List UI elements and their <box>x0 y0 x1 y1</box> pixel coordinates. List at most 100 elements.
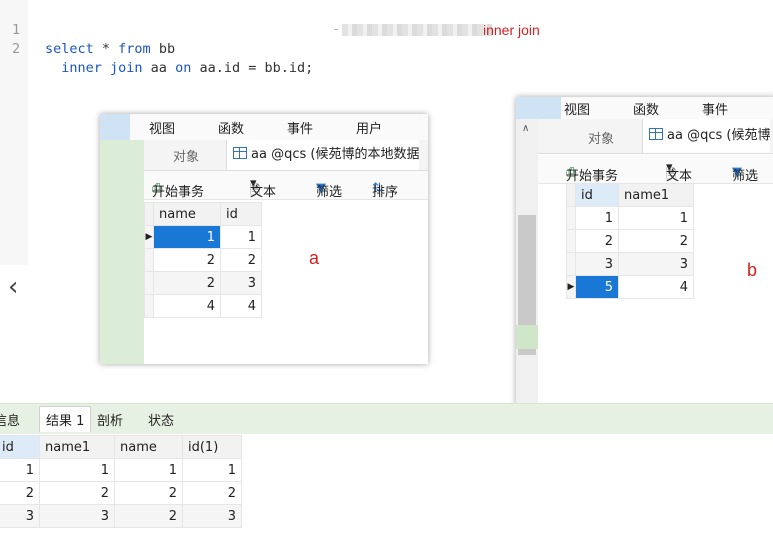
blurred-comment: - <box>334 22 493 36</box>
menu-bar: 视图 函数 事件 用户 <box>100 114 428 141</box>
tab-info[interactable]: 信息 <box>0 410 20 429</box>
grid-cell[interactable]: 3 <box>220 271 262 295</box>
table-icon <box>233 147 247 159</box>
grid-cell[interactable]: 1 <box>182 458 242 482</box>
menu-view[interactable]: 视图 <box>149 118 175 137</box>
code-line-1[interactable]: 1 select * from bb <box>0 2 175 57</box>
label-a: a <box>309 248 320 268</box>
label-b: b <box>747 260 758 280</box>
column-header[interactable]: id <box>220 202 262 226</box>
result-grid[interactable]: id name1 name id(1) 1 1 1 1 2 2 2 2 3 3 … <box>0 435 242 528</box>
chevron-up-icon[interactable]: ∧ <box>522 123 529 134</box>
grid-cell[interactable]: 2 <box>575 229 619 253</box>
grid-cell[interactable]: 2 <box>114 504 183 528</box>
column-header[interactable]: id <box>0 435 40 459</box>
tab-objects[interactable]: 对象 <box>173 146 199 165</box>
code-token: select <box>45 41 94 57</box>
toolbar: ⎙ 开始事务 🗎 文本 ▾ ▼ 筛选 <box>538 155 773 184</box>
code-token: bb <box>150 41 176 57</box>
table-row[interactable]: 2 2 <box>566 229 694 253</box>
grid-cell[interactable]: 2 <box>114 481 183 505</box>
grid-cell[interactable]: 3 <box>182 504 242 528</box>
column-header[interactable]: name1 <box>618 183 694 207</box>
code-token: inner join <box>45 60 143 76</box>
row-pointer-icon: ▶ <box>144 225 154 249</box>
grid-cell[interactable]: 3 <box>0 504 40 528</box>
column-header[interactable]: id(1) <box>182 435 242 459</box>
menu-user[interactable]: 用户 <box>356 118 382 137</box>
code-token: on <box>175 60 192 76</box>
grid-cell[interactable]: 2 <box>220 248 262 272</box>
data-grid-aa[interactable]: name id ▶ 1 1 2 2 2 3 4 4 <box>144 202 262 318</box>
data-grid-bb[interactable]: id name1 1 1 2 2 3 3 ▶ 5 4 <box>566 183 694 299</box>
tab-status[interactable]: 状态 <box>148 410 174 429</box>
grid-cell[interactable]: 1 <box>39 458 115 482</box>
grid-cell[interactable]: 5 <box>575 275 619 299</box>
table-window-aa: 视图 函数 事件 用户 对象 aa @qcs (候苑博的本地数据 ⎙ 开始事务 🗎… <box>100 114 428 364</box>
menu-view[interactable]: 视图 <box>564 99 590 118</box>
column-header[interactable]: name1 <box>39 435 115 459</box>
grid-cell[interactable]: 2 <box>0 481 40 505</box>
grid-cell[interactable]: 3 <box>575 252 619 276</box>
text-button[interactable]: 🗎 文本 ▾ <box>250 176 276 200</box>
grid-cell[interactable]: 4 <box>153 294 221 318</box>
table-row[interactable]: ▶ 5 4 <box>566 275 694 299</box>
table-row[interactable]: 2 3 <box>144 271 262 295</box>
grid-cell[interactable]: 4 <box>618 275 694 299</box>
table-row[interactable]: 1 1 1 1 <box>0 458 242 482</box>
tab-result-1[interactable]: 结果 1 <box>39 406 92 432</box>
column-header[interactable]: id <box>575 183 619 207</box>
grid-cell[interactable]: 1 <box>114 458 183 482</box>
menu-event[interactable]: 事件 <box>702 99 728 118</box>
tab-objects[interactable]: 对象 <box>588 128 614 147</box>
table-row[interactable]: 3 3 2 3 <box>0 504 242 528</box>
grid-cell[interactable]: 1 <box>575 206 619 230</box>
code-text[interactable]: select * from bb <box>45 40 175 59</box>
tab-table[interactable]: aa @qcs (候苑博 <box>642 119 771 153</box>
code-text[interactable]: inner join aa on aa.id = bb.id; <box>45 59 313 78</box>
table-row[interactable]: 3 3 <box>566 252 694 276</box>
tab-strip: 对象 aa @qcs (候苑博 <box>538 119 773 154</box>
code-token: aa <box>142 60 176 76</box>
grid-cell[interactable]: 2 <box>618 229 694 253</box>
grid-cell[interactable]: 2 <box>182 481 242 505</box>
scrollbar[interactable]: ∧ <box>516 119 538 407</box>
grid-cell[interactable]: 3 <box>39 504 115 528</box>
column-header[interactable]: name <box>114 435 183 459</box>
grid-cell[interactable]: 4 <box>220 294 262 318</box>
result-tab-strip: 信息 结果 1 剖析 状态 <box>0 403 773 434</box>
text-button[interactable]: 🗎 文本 ▾ <box>666 160 692 184</box>
table-row[interactable]: 2 2 2 2 <box>0 481 242 505</box>
grid-cell[interactable]: 1 <box>0 458 40 482</box>
tab-table-aa[interactable]: aa @qcs (候苑博的本地数据 <box>226 140 420 170</box>
line-number: 2 <box>12 41 21 57</box>
grid-cell[interactable]: 2 <box>153 248 221 272</box>
grid-cell[interactable]: 2 <box>153 271 221 295</box>
side-panel <box>100 140 144 364</box>
table-icon <box>649 128 663 140</box>
code-token: from <box>118 41 151 57</box>
menu-event[interactable]: 事件 <box>287 118 313 137</box>
grid-cell[interactable]: 2 <box>39 481 115 505</box>
table-row[interactable]: 1 1 <box>566 206 694 230</box>
chevron-left-icon[interactable]: ‹ <box>8 272 18 302</box>
menu-function[interactable]: 函数 <box>633 99 659 118</box>
column-header[interactable]: name <box>153 202 221 226</box>
table-row[interactable]: ▶ 1 1 <box>144 225 262 249</box>
table-window-bb: 视图 函数 事件 ∧ 对象 aa @qcs (候苑博 ⎙ 开始事务 🗎 文本 ▾ ▼… <box>516 97 773 407</box>
code-token: * <box>93 41 119 57</box>
grid-cell[interactable]: 1 <box>153 225 221 249</box>
annotation-inner-join: inner join <box>483 22 540 38</box>
grid-cell[interactable]: 1 <box>618 206 694 230</box>
tab-strip: 对象 aa @qcs (候苑博的本地数据 <box>144 140 428 171</box>
table-row[interactable]: 4 4 <box>144 294 262 318</box>
table-row[interactable]: 2 2 <box>144 248 262 272</box>
menu-bar: 视图 函数 事件 <box>516 97 773 120</box>
result-panel: 信息 结果 1 剖析 状态 id name1 name id(1) 1 1 1 … <box>0 403 773 542</box>
code-line-2[interactable]: 2 inner join aa on aa.id = bb.id; <box>0 21 313 76</box>
menu-function[interactable]: 函数 <box>218 118 244 137</box>
tab-profile[interactable]: 剖析 <box>97 410 123 429</box>
grid-cell[interactable]: 3 <box>618 252 694 276</box>
grid-cell[interactable]: 1 <box>220 225 262 249</box>
code-token: aa.id = bb.id; <box>191 60 314 76</box>
